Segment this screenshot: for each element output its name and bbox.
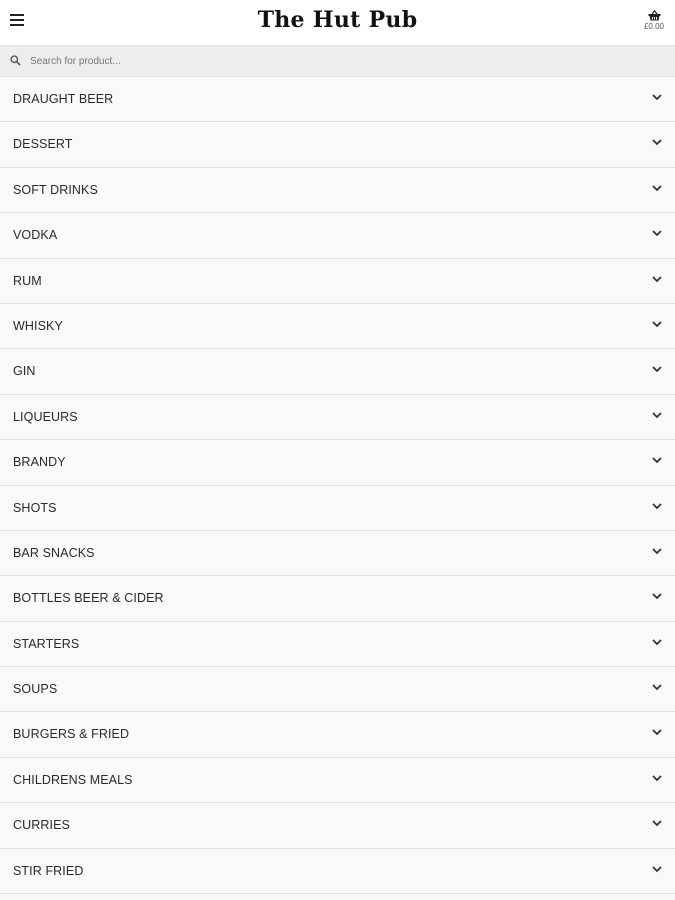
page-title: The Hut Pub bbox=[257, 7, 418, 33]
basket-total: £0.00 bbox=[643, 22, 665, 31]
category-item-dessert[interactable]: DESSERT bbox=[0, 122, 675, 168]
category-label: DRAUGHT BEER bbox=[13, 92, 114, 106]
category-label: RUM bbox=[13, 273, 42, 288]
category-label: STIR FRIED bbox=[13, 863, 84, 878]
search-bar bbox=[0, 46, 675, 77]
chevron-down-icon bbox=[651, 637, 663, 647]
category-item-soups[interactable]: SOUPS bbox=[0, 667, 675, 713]
chevron-down-icon bbox=[651, 228, 663, 238]
chevron-down-icon bbox=[651, 455, 663, 465]
category-label: BRANDY bbox=[13, 455, 66, 470]
chevron-down-icon bbox=[651, 364, 663, 374]
category-list: DRAUGHT BEER DESSERT SOFT DRINKS VODKA R… bbox=[0, 77, 675, 895]
chevron-down-icon bbox=[651, 773, 663, 783]
category-item-liqueurs[interactable]: LIQUEURS bbox=[0, 394, 675, 441]
category-item-stir-fried[interactable]: STIR FRIED bbox=[0, 848, 675, 895]
category-item-vodka[interactable]: VODKA bbox=[0, 213, 675, 259]
category-label: WHISKY bbox=[13, 318, 63, 333]
category-item-bottles-beer-cider[interactable]: BOTTLES BEER & CIDER bbox=[0, 576, 675, 622]
basket-button[interactable]: £0.00 bbox=[641, 10, 667, 31]
shopping-basket-icon bbox=[641, 10, 667, 21]
chevron-down-icon bbox=[651, 137, 663, 147]
chevron-down-icon bbox=[651, 501, 663, 511]
chevron-down-icon bbox=[651, 818, 663, 828]
category-item-whisky[interactable]: WHISKY bbox=[0, 303, 675, 350]
chevron-down-icon bbox=[651, 319, 663, 329]
category-item-gin[interactable]: GIN bbox=[0, 349, 675, 395]
category-item-draught-beer[interactable]: DRAUGHT BEER bbox=[0, 77, 675, 123]
search-input[interactable] bbox=[28, 50, 652, 72]
chevron-down-icon bbox=[651, 864, 663, 874]
category-item-curries[interactable]: CURRIES bbox=[0, 803, 675, 849]
category-label: DESSERT bbox=[13, 137, 73, 152]
category-label: CHILDRENS MEALS bbox=[13, 772, 133, 787]
category-label: BAR SNACKS bbox=[13, 545, 95, 560]
category-label: BURGERS & FRIED bbox=[13, 727, 130, 742]
chevron-down-icon bbox=[651, 682, 663, 692]
category-item-shots[interactable]: SHOTS bbox=[0, 485, 675, 531]
chevron-down-icon bbox=[651, 92, 663, 102]
category-item-childrens-meals[interactable]: CHILDRENS MEALS bbox=[0, 757, 675, 804]
category-item-brandy[interactable]: BRANDY bbox=[0, 440, 675, 486]
category-label: SOFT DRINKS bbox=[13, 182, 98, 197]
category-label: LIQUEURS bbox=[13, 409, 78, 424]
chevron-down-icon bbox=[651, 727, 663, 737]
category-item-burgers-fried[interactable]: BURGERS & FRIED bbox=[0, 712, 675, 758]
category-label: BOTTLES BEER & CIDER bbox=[13, 591, 164, 606]
app-header: The Hut Pub £0.00 bbox=[0, 0, 675, 46]
category-label: STARTERS bbox=[13, 636, 80, 651]
chevron-down-icon bbox=[651, 183, 663, 193]
category-label: GIN bbox=[13, 364, 36, 379]
chevron-down-icon bbox=[651, 591, 663, 601]
category-item-soft-drinks[interactable]: SOFT DRINKS bbox=[0, 167, 675, 214]
category-item-bar-snacks[interactable]: BAR SNACKS bbox=[0, 530, 675, 577]
category-label: SOUPS bbox=[13, 682, 58, 697]
category-label: CURRIES bbox=[13, 818, 70, 833]
search-icon bbox=[10, 55, 21, 66]
app-root: The Hut Pub £0.00 Search for product... … bbox=[0, 0, 675, 900]
chevron-down-icon bbox=[651, 274, 663, 284]
chevron-down-icon bbox=[651, 410, 663, 420]
chevron-down-icon bbox=[651, 546, 663, 556]
category-item-rum[interactable]: RUM bbox=[0, 258, 675, 304]
hamburger-menu-icon[interactable] bbox=[10, 13, 28, 33]
category-item-starters[interactable]: STARTERS bbox=[0, 621, 675, 668]
category-label: SHOTS bbox=[13, 500, 57, 515]
category-label: VODKA bbox=[13, 228, 58, 243]
